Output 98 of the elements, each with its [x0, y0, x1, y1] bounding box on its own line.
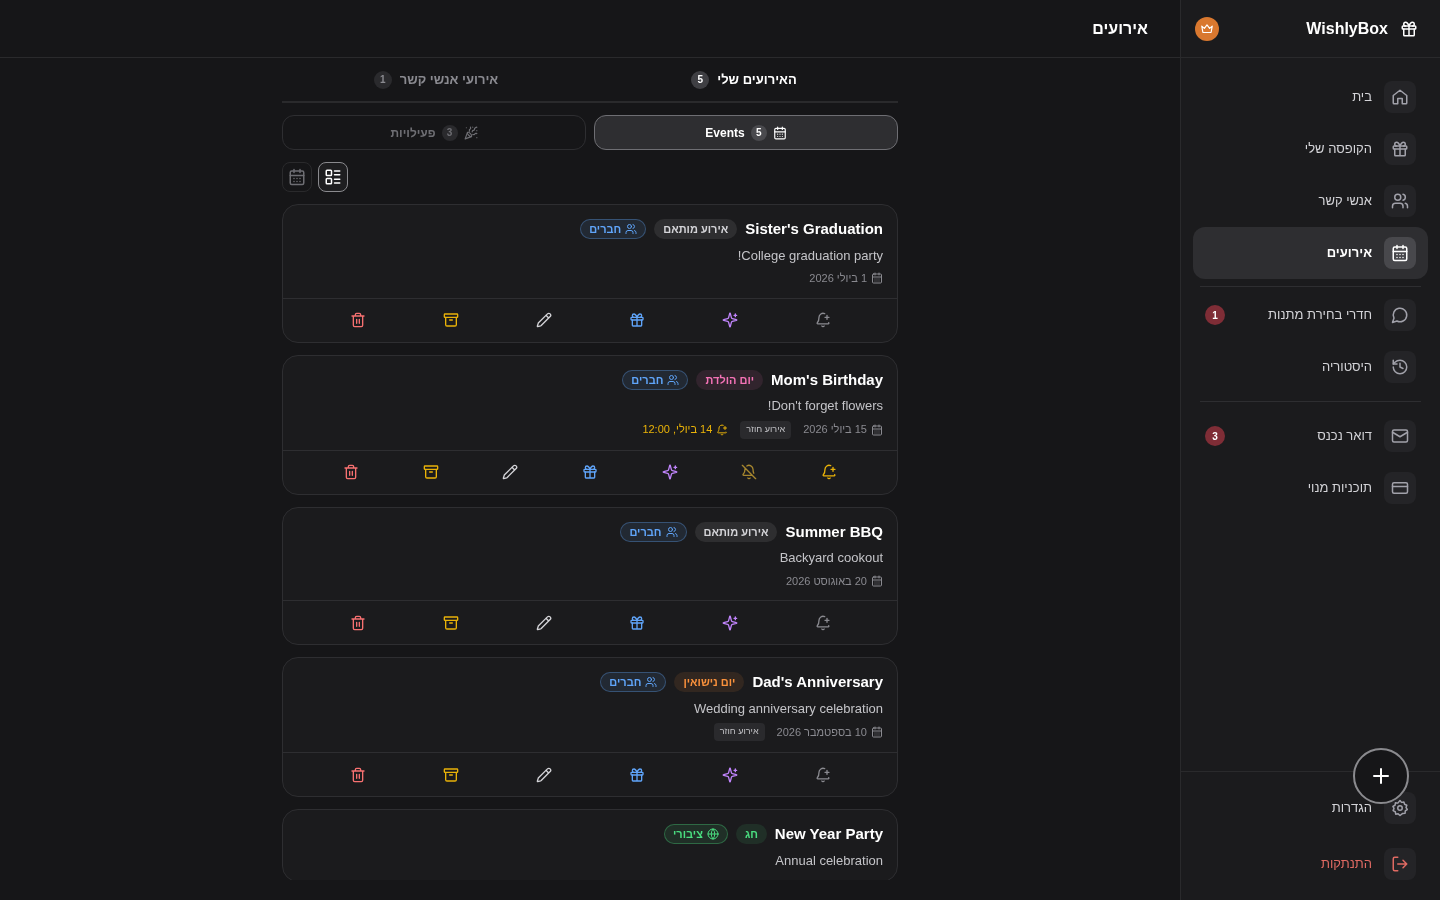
crown-icon: [1200, 21, 1214, 36]
event-date: 15 ביולי 2026: [803, 421, 883, 438]
archive-icon: [442, 312, 459, 328]
trash-icon: [349, 614, 366, 631]
people-icon: [1391, 192, 1409, 210]
gift-icon: [1400, 19, 1418, 38]
calendar-icon: [871, 726, 883, 738]
party-popper-icon: [463, 125, 478, 140]
calendar-icon: [871, 272, 883, 285]
gift-icon: [582, 464, 599, 480]
sparkles-icon: [661, 464, 678, 480]
event-title: New Year Party: [774, 824, 883, 844]
event-date: 10 בספטמבר 2026: [776, 723, 883, 741]
count-badge: 5: [691, 70, 710, 89]
archive-icon: [442, 766, 459, 783]
calendar-icon: [772, 125, 787, 140]
bell-icon: [716, 423, 729, 436]
tag: חברים: [620, 521, 687, 542]
tag: חברים: [580, 219, 647, 240]
gift-icon: [628, 312, 645, 328]
envelope-icon: [1391, 427, 1409, 445]
gift-icon: [1391, 140, 1409, 158]
bell-plus-icon: [814, 614, 831, 631]
tag: יום הולדת: [696, 369, 764, 390]
pencil-icon: [535, 312, 552, 328]
event-title: Mom's Birthday: [771, 369, 883, 390]
globe-icon: [706, 828, 719, 841]
people-icon: [625, 223, 638, 236]
pencil-icon: [502, 464, 519, 480]
trash-icon: [349, 312, 366, 328]
list-view-button[interactable]: [318, 162, 348, 192]
home-icon: [1391, 88, 1409, 106]
gift-icon: [628, 614, 645, 631]
logout-icon: [1391, 855, 1409, 873]
bell-plus-icon: [814, 312, 831, 328]
event-description: Wedding anniversary celebration: [692, 699, 883, 718]
event-date: 20 באוגוסט 2026: [785, 572, 883, 589]
credit-card-icon: [1391, 479, 1409, 497]
brand-name: WishlyBox: [1305, 18, 1388, 39]
calendar-icon: [871, 574, 883, 587]
tag: אירוע מותאם: [694, 521, 778, 542]
tag: ציבורי: [664, 824, 728, 845]
count-badge: 1: [373, 70, 392, 89]
people-icon: [645, 676, 658, 689]
sidebar-item[interactable]: בית: [1193, 71, 1428, 123]
chat-bubble-icon: [1391, 306, 1409, 324]
bell-off-icon: [741, 464, 758, 480]
settings-icon: [1391, 799, 1409, 817]
tag: חברים: [600, 672, 667, 693]
calendar-icon: [871, 423, 883, 436]
trash-icon: [349, 766, 366, 783]
event-description: College graduation party!: [736, 246, 883, 265]
calendar-icon: [1391, 244, 1409, 262]
event-title: Sister's Graduation: [745, 219, 883, 239]
bell-plus-icon: [821, 464, 838, 480]
add-button[interactable]: [1353, 748, 1409, 804]
reminder-time: 14 ביולי, 12:00: [642, 421, 729, 438]
event-title: Dad's Anniversary: [752, 672, 883, 692]
event-date: 1 ביולי 2026: [809, 270, 883, 287]
sparkles-icon: [721, 312, 738, 328]
sidebar-item[interactable]: אנשי קשר: [1193, 175, 1428, 227]
recurring-tag: אירוע חוזר: [713, 723, 765, 741]
event-description: Backyard cookout: [778, 549, 883, 567]
people-icon: [665, 525, 678, 538]
sparkles-icon: [721, 614, 738, 631]
sidebar-item[interactable]: תוכניות מנוי: [1193, 462, 1428, 514]
gift-icon: [628, 766, 645, 783]
count-badge: 3: [441, 124, 458, 141]
sparkles-icon: [721, 766, 738, 783]
count-badge: 5: [750, 124, 767, 141]
pencil-icon: [535, 614, 552, 631]
bell-plus-icon: [814, 766, 831, 783]
event-description: Don't forget flowers!: [766, 397, 883, 415]
archive-icon: [442, 614, 459, 631]
tag: יום נישואין: [674, 672, 745, 693]
archive-icon: [422, 464, 439, 480]
count-badge: 3: [1205, 426, 1225, 446]
event-description: Annual celebration: [774, 851, 883, 870]
calendar-icon: [288, 168, 306, 186]
calendar-view-button[interactable]: [282, 162, 312, 192]
list-icon: [324, 168, 342, 186]
pencil-icon: [535, 766, 552, 783]
tag: חג: [735, 824, 767, 845]
sidebar-item[interactable]: היסטוריה: [1193, 341, 1428, 393]
people-icon: [667, 373, 680, 386]
segment-tab[interactable]: Events 5: [594, 115, 898, 150]
count-badge: 1: [1205, 305, 1225, 325]
sidebar-item[interactable]: הקופסה שלי: [1193, 123, 1428, 175]
history-icon: [1391, 358, 1409, 376]
tag: אירוע מותאם: [654, 219, 738, 240]
event-title: Summer BBQ: [785, 521, 883, 542]
tag: חברים: [622, 369, 689, 390]
crown-avatar[interactable]: [1195, 16, 1219, 41]
sidebar-item[interactable]: אירועים: [1193, 227, 1428, 279]
recurring-tag: אירוע חוזר: [740, 420, 792, 439]
logout-button[interactable]: התנתקות: [1193, 838, 1428, 890]
trash-icon: [342, 464, 359, 480]
page-title: אירועים: [1092, 18, 1148, 39]
